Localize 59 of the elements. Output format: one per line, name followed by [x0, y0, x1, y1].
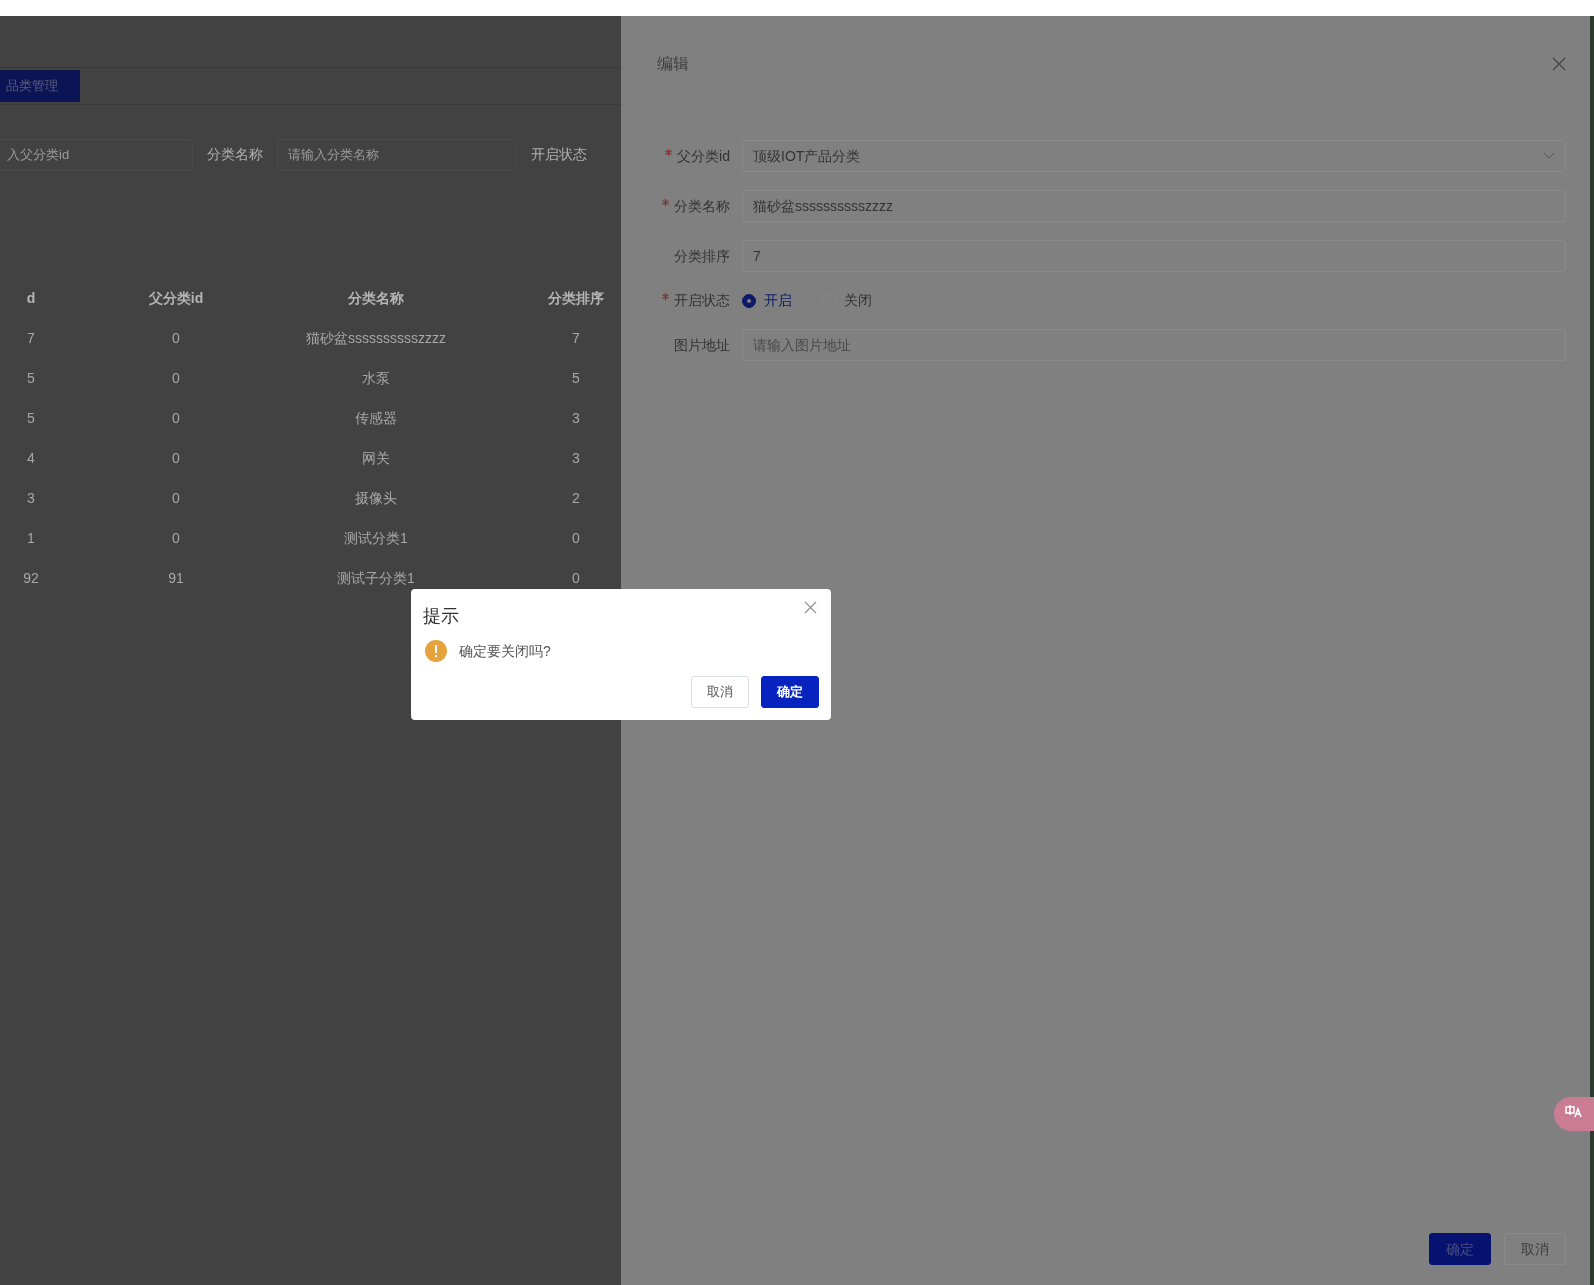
table-cell-text: 0: [171, 489, 181, 508]
table-cell-text: 2: [571, 489, 581, 508]
column-header: d: [25, 289, 37, 308]
table-cell-text: 1: [26, 529, 36, 548]
radio-option[interactable]: 关闭: [822, 290, 872, 311]
input-field[interactable]: 7: [742, 240, 1566, 272]
table-cell-text: 0: [571, 529, 581, 548]
table-cell-text: 0: [171, 409, 181, 428]
translate-icon[interactable]: [1554, 1097, 1594, 1131]
dialog-message: 确定要关闭吗?: [459, 641, 551, 661]
table-cell-text: 摄像头: [354, 489, 398, 508]
table-cell-text: 7: [571, 329, 581, 348]
table-cell-text: 5: [571, 369, 581, 388]
table-cell-text: 水泵: [361, 369, 391, 388]
column-header: 分类排序: [547, 289, 605, 308]
table-cell-text: 3: [26, 489, 36, 508]
dialog-title: 提示: [423, 605, 459, 628]
table-cell-text: 0: [171, 369, 181, 388]
field-label: 分类名称: [657, 195, 742, 217]
column-header: 父分类id: [147, 289, 205, 308]
tab[interactable]: 品类管理: [0, 70, 80, 102]
table-cell-text: 0: [571, 569, 581, 588]
table-cell-text: 3: [571, 449, 581, 468]
close-icon[interactable]: [804, 601, 817, 614]
table-cell-text: 0: [171, 329, 181, 348]
cancel-button[interactable]: 取消: [1504, 1233, 1566, 1265]
close-icon[interactable]: [1552, 57, 1566, 71]
drawer-title: 编辑: [657, 54, 689, 74]
field-label: 图片地址: [673, 335, 731, 355]
chevron-down-icon: [1543, 152, 1555, 160]
table-cell-text: 92: [22, 569, 40, 588]
table-cell-text: 传感器: [354, 409, 398, 428]
table-cell-text: 网关: [361, 449, 391, 468]
field-label: 开启状态: [657, 290, 742, 311]
table-cell-text: 91: [167, 569, 185, 588]
confirm-button[interactable]: 确定: [761, 676, 819, 708]
table-cell-text: 测试子分类1: [336, 569, 416, 588]
table-cell-text: 7: [26, 329, 36, 348]
table-cell-text: 0: [171, 449, 181, 468]
filter-label: 开启状态: [531, 145, 587, 164]
table-cell-text: 猫砂盆sssssssssszzzz: [305, 329, 447, 348]
field-label: 分类排序: [673, 246, 731, 266]
table-cell-text: 3: [571, 409, 581, 428]
column-header: 分类名称: [347, 289, 405, 308]
table-cell-text: 0: [171, 529, 181, 548]
filter-label: 分类名称: [207, 145, 263, 164]
radio-option[interactable]: 开启: [742, 290, 792, 311]
table-cell-text: 5: [26, 409, 36, 428]
input-field[interactable]: 猫砂盆sssssssssszzzz: [742, 190, 1566, 222]
confirm-button[interactable]: 确定: [1429, 1233, 1491, 1265]
warning-icon: [425, 640, 447, 662]
cancel-button[interactable]: 取消: [691, 676, 749, 708]
filter-input[interactable]: 入父分类id: [0, 138, 193, 171]
select-field[interactable]: 顶级IOT产品分类: [742, 140, 1566, 172]
table-cell-text: 4: [26, 449, 36, 468]
table-cell-text: 5: [26, 369, 36, 388]
field-label: 父分类id: [657, 145, 742, 167]
filter-input[interactable]: 请输入分类名称: [277, 138, 517, 171]
table-cell-text: 测试分类1: [343, 529, 409, 548]
